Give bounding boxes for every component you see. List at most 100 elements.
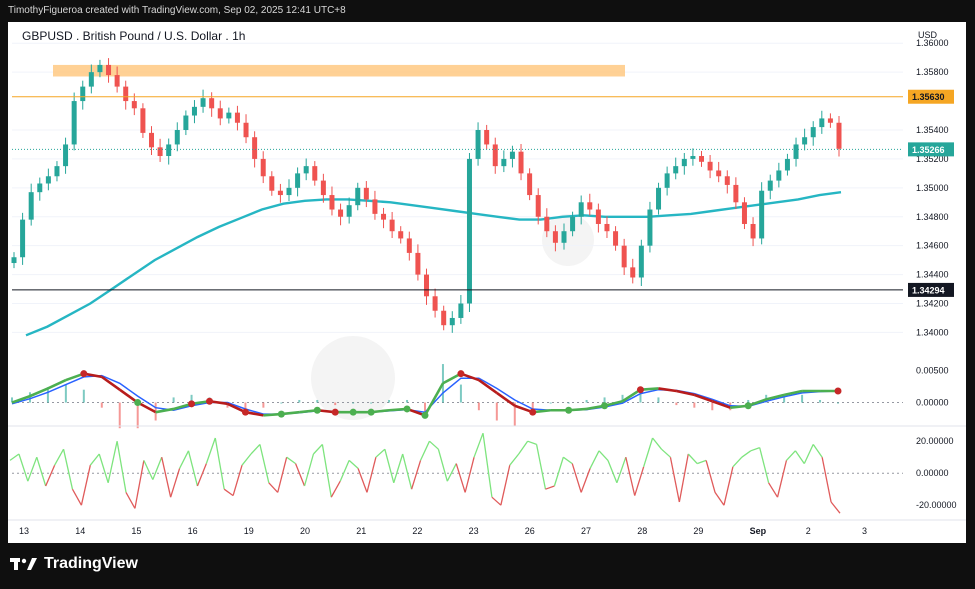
momentum-segment xyxy=(277,457,288,493)
candle-body xyxy=(217,108,223,119)
cross-down-marker xyxy=(529,408,537,416)
candle-body xyxy=(638,245,644,278)
time-tick-label: 27 xyxy=(581,526,591,536)
chart-svg[interactable]: USD 1.360001.358001.354001.352001.350001… xyxy=(8,22,966,541)
momentum-segment xyxy=(750,446,760,452)
cross-down-marker xyxy=(457,370,465,378)
fast-line-segment xyxy=(155,407,174,414)
candle-body xyxy=(759,190,765,239)
momentum-segment xyxy=(741,450,752,458)
time-tick-label: 26 xyxy=(525,526,535,536)
momentum-tick-label: 20.00000 xyxy=(916,436,954,446)
histogram-bar xyxy=(693,402,696,408)
candle-body xyxy=(527,173,533,196)
momentum-segment xyxy=(286,456,296,465)
momentum-segment xyxy=(464,457,475,493)
momentum-segment xyxy=(36,457,47,487)
momentum-segment xyxy=(482,433,493,498)
candle-body xyxy=(166,144,172,157)
candle-body xyxy=(604,223,610,232)
time-tick-label: 22 xyxy=(412,526,422,536)
candle-body xyxy=(226,112,232,119)
momentum-segment xyxy=(473,432,484,458)
histogram-bar xyxy=(711,402,714,411)
candle-body xyxy=(535,195,541,217)
momentum-segment xyxy=(714,492,725,506)
candle-body xyxy=(28,192,34,220)
candle-body xyxy=(544,216,550,232)
candle-body xyxy=(372,199,378,214)
tradingview-logo-icon xyxy=(10,558,37,570)
momentum-segment xyxy=(491,496,502,506)
candle-body xyxy=(741,202,747,224)
candle-body xyxy=(381,213,387,220)
time-tick-label: 23 xyxy=(469,526,479,536)
momentum-segment xyxy=(62,449,74,490)
histogram-bar xyxy=(370,402,373,404)
momentum-segment xyxy=(500,465,511,506)
candle-body xyxy=(578,202,584,217)
cross-down-marker xyxy=(834,387,842,395)
time-tick-label: 19 xyxy=(244,526,254,536)
candle-body xyxy=(54,166,60,177)
histogram-bar xyxy=(172,397,175,403)
time-tick-label: 29 xyxy=(693,526,703,536)
momentum-segment xyxy=(803,444,814,464)
momentum-segment xyxy=(598,450,609,461)
price-series xyxy=(11,58,842,333)
momentum-segment xyxy=(321,444,332,498)
momentum-segment xyxy=(107,441,118,483)
momentum-segment xyxy=(357,468,368,493)
histogram-bar xyxy=(280,402,283,404)
supply-zone xyxy=(53,64,625,77)
momentum-segment xyxy=(812,444,823,458)
ema-curve xyxy=(25,191,842,337)
candle-body xyxy=(20,219,26,258)
support-price-label: 1.34294 xyxy=(912,285,945,295)
candle-body xyxy=(389,219,395,232)
watermark-logo-2 xyxy=(542,214,594,266)
momentum-segment xyxy=(187,450,199,487)
momentum-segment xyxy=(366,457,377,493)
candle-body xyxy=(802,137,808,145)
candle-body xyxy=(329,195,335,210)
candle-body xyxy=(260,158,266,177)
histogram-bar xyxy=(837,402,839,404)
momentum-segment xyxy=(661,448,671,458)
watermark-logo xyxy=(311,336,395,420)
histogram-bar xyxy=(82,389,85,403)
momentum-segment xyxy=(580,468,591,493)
candle-body xyxy=(286,187,292,196)
cross-down-marker xyxy=(636,386,644,394)
candle-body xyxy=(191,106,197,116)
momentum-segment xyxy=(518,440,529,455)
time-tick-label: 14 xyxy=(75,526,85,536)
momentum-segment xyxy=(161,457,172,498)
momentum-segment xyxy=(143,460,154,480)
fast-line-segment xyxy=(423,382,445,417)
fast-line-segment xyxy=(658,387,677,393)
cross-down-marker xyxy=(80,370,88,378)
time-tick-label: 16 xyxy=(188,526,198,536)
candle-body xyxy=(630,267,636,278)
momentum-segment xyxy=(562,456,573,465)
momentum-segment xyxy=(18,453,29,482)
cross-up-marker xyxy=(403,405,411,413)
momentum-segment xyxy=(178,450,190,469)
candle-body xyxy=(466,158,472,304)
candle-body xyxy=(647,209,653,246)
chart-panel[interactable]: GBPUSD . British Pound / U.S. Dollar . 1… xyxy=(8,22,966,541)
osc-tick-label: 0.00500 xyxy=(916,365,949,375)
momentum-tick-label: -20.00000 xyxy=(916,500,957,510)
histogram-bar xyxy=(388,399,391,403)
candle-body xyxy=(209,98,215,109)
brand[interactable]: TradingView xyxy=(10,555,138,573)
candle-body xyxy=(424,274,429,297)
momentum-segment xyxy=(9,453,20,461)
candle-body xyxy=(406,238,412,253)
histogram-bar xyxy=(298,399,301,403)
momentum-segment xyxy=(527,440,537,446)
cross-up-marker xyxy=(421,411,429,419)
momentum-segment xyxy=(643,437,654,467)
candle-body xyxy=(518,151,524,174)
